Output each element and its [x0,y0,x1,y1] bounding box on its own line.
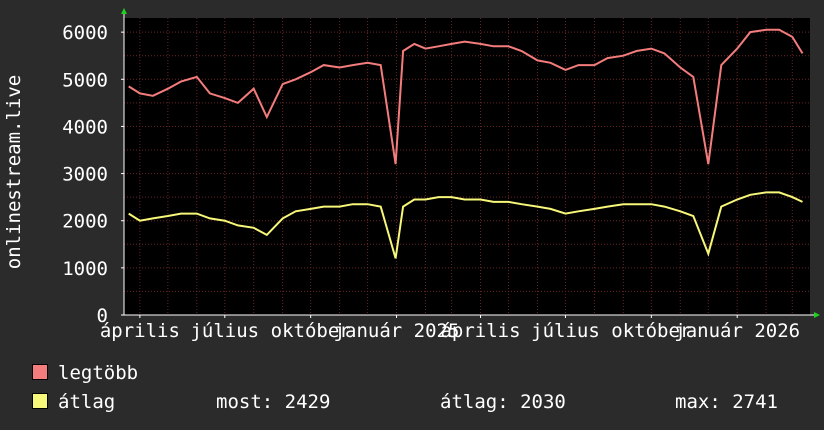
y-tick-label: 3000 [62,164,108,186]
y-axis-arrow [121,8,127,14]
legend-swatch-max [32,364,48,380]
y-tick-labels: 0100020003000400050006000 [62,22,108,327]
y-tick-label: 6000 [62,22,108,44]
y-tick-label: 4000 [62,116,108,138]
x-tick-labels: április július októberjanuár 2025április jú… [100,320,800,342]
y-axis-label: onlinestream.live [3,75,25,269]
x-tick-label: április [100,320,180,342]
plot-background [124,18,810,315]
x-tick-label: július [190,320,259,342]
y-tick-label: 1000 [62,258,108,280]
plot-area [124,18,810,315]
stat-maximum: max: 2741 [675,391,778,413]
legend-swatch-avg [32,393,48,409]
y-tick-label: 5000 [62,69,108,91]
legend-item-max: legtöbb [32,362,138,384]
traffic-chart: 0100020003000400050006000 április július o… [3,8,820,342]
stat-average: átlag: 2030 [440,391,566,413]
x-axis-arrow [814,312,820,318]
legend-label-avg: átlag [58,391,116,413]
x-tick-label: január 2026 [674,320,800,342]
stat-now: most: 2429 [216,391,331,413]
x-tick-label: július [531,320,600,342]
x-tick-label: április [440,320,520,342]
legend-label-max: legtöbb [58,362,139,384]
y-tick-label: 2000 [62,211,108,233]
legend-item-avg: átlag [32,391,115,413]
